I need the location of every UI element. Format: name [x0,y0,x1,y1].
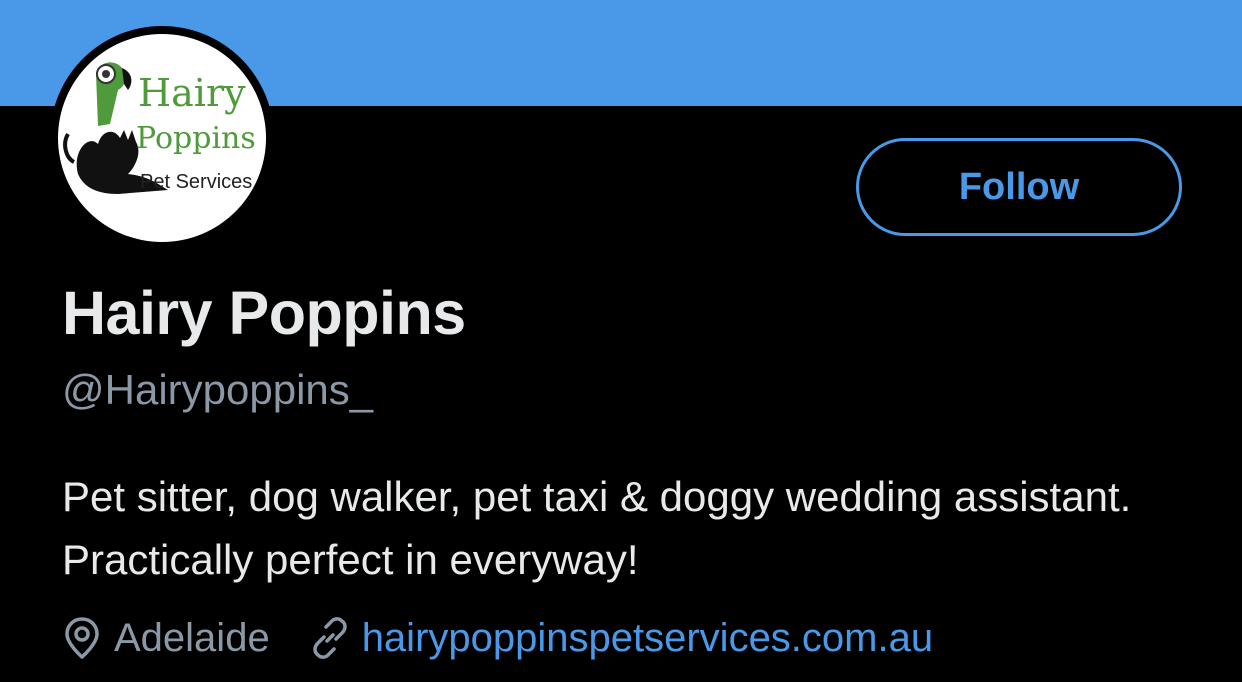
tail-shape [63,132,76,164]
logo-line-1: Hairy [138,71,246,115]
profile-page: Hairy Poppins Pet Services Follow Hairy … [0,0,1242,682]
hairy-poppins-logo: Hairy Poppins Pet Services [63,62,256,194]
website-link[interactable]: hairypoppinspetservices.com.au [362,616,933,661]
location-pin-icon [62,616,102,660]
follow-button[interactable]: Follow [856,138,1182,236]
link-icon [308,616,352,660]
logo-line-3: Pet Services [140,171,252,193]
profile-bio: Pet sitter, dog walker, pet taxi & doggy… [62,473,1132,583]
profile-meta: Adelaide hairypoppinspetservices.com.au [62,610,933,666]
parrot-beak-shape [122,68,132,90]
user-handle: @Hairypoppins_ [62,366,374,413]
logo-line-2: Poppins [136,121,256,156]
avatar[interactable]: Hairy Poppins Pet Services [58,34,266,242]
display-name: Hairy Poppins [62,279,466,347]
parrot-pupil-shape [102,70,110,78]
location-text: Adelaide [114,615,270,660]
